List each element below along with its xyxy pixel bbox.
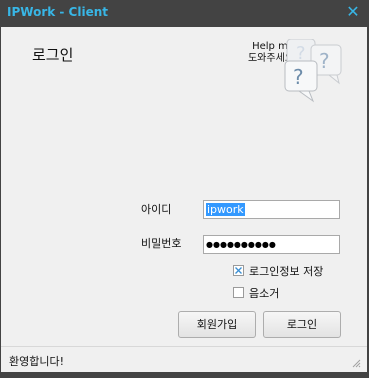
signup-button[interactable]: 회원가입 xyxy=(178,311,256,338)
close-icon[interactable]: ✕ xyxy=(345,3,361,21)
password-label: 비밀번호 xyxy=(141,237,182,250)
password-input[interactable]: ●●●●●●●●●● xyxy=(203,235,340,254)
status-message: 환영합니다! xyxy=(9,355,65,368)
status-bar: 환영합니다! xyxy=(1,346,367,372)
client-window: IPWork - Client ✕ 로그인 Help me! 도와주세요! ? … xyxy=(0,0,369,378)
id-input-value: ipwork xyxy=(206,203,245,216)
title-bar[interactable]: IPWork - Client ✕ xyxy=(0,0,369,27)
client-area: 로그인 Help me! 도와주세요! ? ? ? 아이디 ipwork 비밀번… xyxy=(1,27,367,372)
help-question-bubbles-icon[interactable]: ? ? ? xyxy=(281,39,351,105)
save-login-label[interactable]: 로그인정보 저장 xyxy=(249,263,323,279)
resize-grip-icon[interactable] xyxy=(351,358,361,368)
mute-checkbox[interactable] xyxy=(233,287,244,298)
window-title: IPWork - Client xyxy=(7,5,108,19)
login-button[interactable]: 로그인 xyxy=(263,311,341,338)
checkmark-x-icon xyxy=(235,267,242,274)
save-login-checkbox[interactable] xyxy=(233,265,244,276)
svg-text:?: ? xyxy=(319,49,330,73)
login-heading: 로그인 xyxy=(32,46,74,64)
id-input[interactable]: ipwork xyxy=(203,200,340,219)
svg-text:?: ? xyxy=(293,65,304,89)
front-bubble-icon: ? xyxy=(284,60,318,103)
mute-label[interactable]: 음소거 xyxy=(249,285,279,301)
id-label: 아이디 xyxy=(141,203,172,216)
